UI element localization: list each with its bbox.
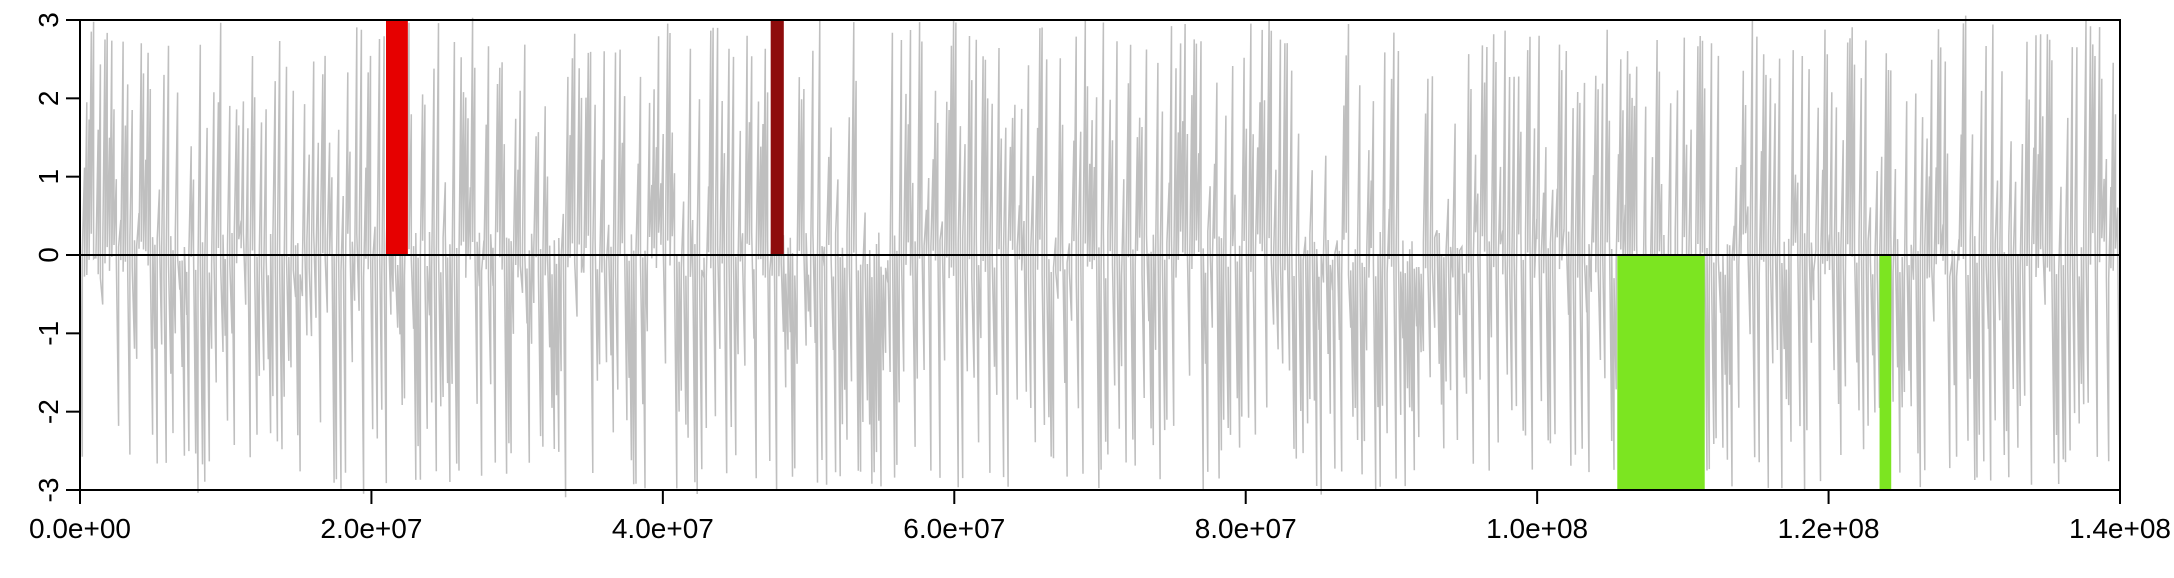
- x-tick-label: 2.0e+07: [320, 513, 422, 544]
- x-tick-label: 1.2e+08: [1778, 513, 1880, 544]
- x-tick-label: 1.0e+08: [1486, 513, 1588, 544]
- x-tick-label: 1.4e+08: [2069, 513, 2171, 544]
- y-tick-label: -3: [33, 478, 64, 503]
- darkred-block: [771, 20, 784, 255]
- x-tick-label: 0.0e+00: [29, 513, 131, 544]
- x-tick-label: 4.0e+07: [612, 513, 714, 544]
- y-tick-label: 0: [33, 247, 64, 263]
- y-tick-label: 2: [33, 91, 64, 107]
- green-block-thin: [1880, 255, 1892, 490]
- red-block-1: [386, 20, 408, 255]
- y-tick-label: 1: [33, 169, 64, 185]
- x-tick-label: 6.0e+07: [903, 513, 1005, 544]
- green-block-wide: [1617, 255, 1704, 490]
- chart-container: -3 -2 -1 0 1 2 3 0.0e+00 2.0e+07 4.0e+07 6.0e+07 8.…: [0, 0, 2174, 578]
- y-tick-label: -2: [33, 399, 64, 424]
- y-tick-label: -1: [33, 321, 64, 346]
- chart-svg: -3 -2 -1 0 1 2 3 0.0e+00 2.0e+07 4.0e+07 6.0e+07 8.…: [0, 0, 2174, 578]
- x-tick-label: 8.0e+07: [1195, 513, 1297, 544]
- y-tick-label: 3: [33, 12, 64, 28]
